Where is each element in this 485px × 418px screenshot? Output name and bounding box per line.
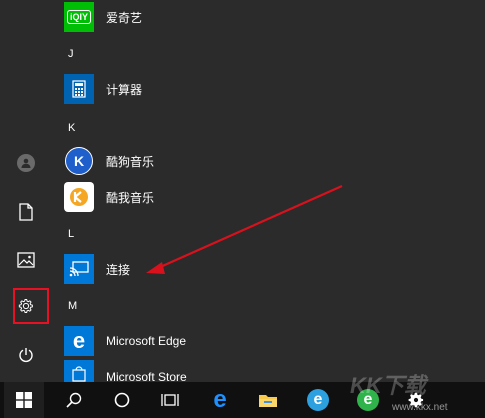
start-button[interactable] bbox=[4, 382, 44, 418]
windows-start-icon bbox=[16, 392, 32, 408]
file-explorer-icon bbox=[259, 395, 277, 407]
task-view-button[interactable] bbox=[148, 382, 192, 418]
watermark-logo: KK下载 bbox=[350, 373, 426, 398]
search-icon bbox=[66, 392, 82, 408]
search-button[interactable] bbox=[52, 382, 96, 418]
task-view-icon bbox=[161, 394, 179, 406]
start-menu: iQIY 爱奇艺 J 计算器 K K 酷狗音乐 酷我音乐 L 连接 M e Mi… bbox=[0, 0, 485, 382]
ie-icon: e bbox=[307, 389, 329, 411]
taskbar-internet-explorer[interactable]: e bbox=[296, 382, 340, 418]
watermark-url: www.kkx.net bbox=[392, 402, 448, 413]
annotation-arrow bbox=[146, 184, 343, 274]
taskbar-edge[interactable]: e bbox=[198, 382, 242, 418]
cortana-icon bbox=[114, 392, 130, 408]
edge-icon: e bbox=[213, 386, 227, 413]
cortana-button[interactable] bbox=[100, 382, 144, 418]
taskbar-file-explorer[interactable] bbox=[246, 382, 290, 418]
